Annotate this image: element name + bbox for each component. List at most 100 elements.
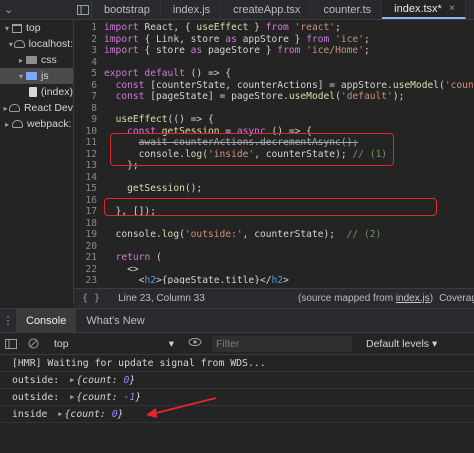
log-levels-dropdown[interactable]: Default levels ▾ <box>366 338 437 350</box>
line-number[interactable]: 15 <box>74 183 97 195</box>
line-number[interactable]: 2 <box>74 34 97 46</box>
tab-bootstrap[interactable]: bootstrap <box>92 0 161 19</box>
line-number[interactable]: 17 <box>74 206 97 218</box>
source-file-link[interactable]: index.js <box>396 293 430 304</box>
live-expression-button[interactable] <box>188 337 202 350</box>
sidebar-toggle-button[interactable] <box>0 338 22 349</box>
code-text: <h2>{pageState.title}</h2> <box>104 275 289 284</box>
expand-triangle-icon[interactable]: ▶ <box>70 376 74 384</box>
tab-index-js[interactable]: index.js <box>161 0 222 19</box>
highlight-box-inside-log <box>110 133 394 166</box>
code-text: return ( <box>104 252 162 264</box>
line-number[interactable]: 5 <box>74 68 97 80</box>
line-number[interactable]: 18 <box>74 218 97 230</box>
console-text: inside <box>12 408 54 420</box>
code-text: import { store as pageStore } from 'ice/… <box>104 45 370 57</box>
tree-item-react-dev[interactable]: ▸ React Dev <box>0 100 73 116</box>
editor-tab-bar: bootstrap index.js createApp.tsx counter… <box>74 0 474 20</box>
code-text: <> <box>104 264 139 276</box>
code-token: as <box>225 33 243 45</box>
tree-item-top[interactable]: ▾ top <box>0 20 73 36</box>
line-number[interactable]: 9 <box>74 114 97 126</box>
tab-createapp-tsx[interactable]: createApp.tsx <box>221 0 312 19</box>
line-number[interactable]: 7 <box>74 91 97 103</box>
expand-triangle-icon[interactable]: ▶ <box>70 393 74 401</box>
line-number[interactable]: 12 <box>74 149 97 161</box>
tab-counter-ts[interactable]: counter.ts <box>311 0 383 19</box>
sidebar-toggle-icon <box>76 4 89 15</box>
tab-label: index.tsx* <box>394 2 442 15</box>
code-token: return <box>115 252 156 263</box>
code-token: () => { <box>190 68 232 79</box>
tree-item-label: webpack: <box>27 118 72 130</box>
tab-console[interactable]: Console <box>16 309 77 332</box>
tab-whats-new[interactable]: What's New <box>76 309 154 332</box>
block-icon <box>28 338 38 349</box>
clear-console-button[interactable] <box>22 338 44 349</box>
tree-item-js[interactable]: ▾ js <box>0 68 73 84</box>
context-label: top <box>54 337 69 350</box>
code-token: } <box>248 22 266 33</box>
chevron-down-icon[interactable]: ⌄ <box>4 3 14 16</box>
tab-index-tsx[interactable]: index.tsx* × <box>382 0 466 19</box>
code-token: export default <box>104 68 191 79</box>
line-number[interactable]: 1 <box>74 22 97 34</box>
line-number[interactable]: 11 <box>74 137 97 149</box>
line-number[interactable]: 21 <box>74 252 97 264</box>
console-text: outside: <box>12 374 66 386</box>
code-token: pageStore } <box>207 45 278 56</box>
code-token: 'counter' <box>444 79 474 91</box>
console-drawer: ⋮ Console What's New top ▾ Filter Defaul… <box>0 308 474 453</box>
code-token: useModel <box>288 91 336 102</box>
drawer-tab-bar: ⋮ Console What's New <box>0 309 474 333</box>
tree-item-label: (index) <box>40 86 73 98</box>
line-number[interactable]: 3 <box>74 45 97 57</box>
object-key: count: <box>82 391 124 403</box>
pretty-print-icon[interactable]: { } <box>82 293 100 304</box>
folder-icon <box>26 56 37 64</box>
code-line: 1 import React, { useEffect } from 'react… <box>74 22 474 34</box>
line-number[interactable]: 14 <box>74 172 97 184</box>
expand-arrow-icon[interactable]: ▾ <box>16 72 26 81</box>
editor-status-bar: { } Line 23, Column 33 (source mapped fr… <box>74 288 474 308</box>
expand-arrow-icon[interactable]: ▾ <box>2 24 12 33</box>
code-token: React, { <box>144 22 197 33</box>
code-line: 8 <box>74 103 474 115</box>
tree-item-webpack[interactable]: ▸ webpack: <box>0 116 73 132</box>
tree-item-localhost[interactable]: ▾ localhost: <box>0 36 73 52</box>
line-number[interactable]: 8 <box>74 103 97 115</box>
filter-input[interactable]: Filter <box>212 335 352 352</box>
expand-triangle-icon[interactable]: ▶ <box>58 410 62 418</box>
coverage-label: Coverage: <box>439 293 474 304</box>
tree-item-css[interactable]: ▸ css <box>0 52 73 68</box>
cursor-position: Line 23, Column 33 <box>118 293 205 304</box>
expand-arrow-icon[interactable]: ▾ <box>8 40 14 49</box>
line-number[interactable]: 19 <box>74 229 97 241</box>
code-token: { Link, store <box>144 33 226 45</box>
code-token: import <box>104 33 145 45</box>
object-value: 0 <box>123 374 130 386</box>
line-number[interactable]: 22 <box>74 264 97 276</box>
toggle-navigator-button[interactable] <box>74 0 92 19</box>
line-number[interactable]: 23 <box>74 275 97 284</box>
tab-label: counter.ts <box>323 3 372 16</box>
tree-item-label: top <box>26 22 41 34</box>
expand-arrow-icon[interactable]: ▸ <box>2 104 9 113</box>
line-number[interactable]: 4 <box>74 57 97 69</box>
close-icon[interactable]: × <box>449 3 455 14</box>
more-tabs-icon[interactable]: ⋮ <box>0 309 16 332</box>
line-number[interactable]: 16 <box>74 195 97 207</box>
context-selector[interactable]: top ▾ <box>54 338 174 350</box>
expand-arrow-icon[interactable]: ▸ <box>16 56 26 65</box>
code-editor[interactable]: 1 import React, { useEffect } from 'react… <box>74 20 474 284</box>
line-number[interactable]: 6 <box>74 80 97 92</box>
expand-arrow-icon[interactable]: ▸ <box>2 120 12 129</box>
line-number[interactable]: 13 <box>74 160 97 172</box>
code-line: 7 const [pageState] = pageStore.useModel… <box>74 91 474 103</box>
tree-item-index[interactable]: (index) <box>0 84 73 100</box>
line-number[interactable]: 10 <box>74 126 97 138</box>
line-number[interactable]: 20 <box>74 241 97 253</box>
code-token: useEffect <box>196 22 249 33</box>
